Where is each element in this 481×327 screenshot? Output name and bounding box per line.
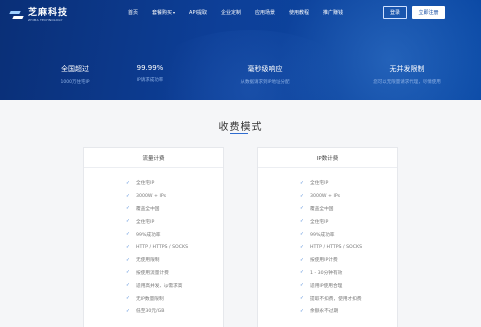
- stat-value: 无并发限制: [389, 65, 425, 73]
- title-underline: [230, 133, 248, 134]
- logo-subtitle: ZHIMA TECHNOLOGY: [28, 17, 63, 22]
- stat-value: 99.99%: [136, 64, 164, 72]
- list-item: ✓ 按使用流量计费: [126, 270, 169, 276]
- list-item: ✓ 全住宅IP: [126, 180, 155, 187]
- check-icon: ✓: [126, 296, 130, 302]
- list-item: ✓ 全住宅IP: [126, 219, 155, 225]
- list-item: ✓ 适用IP使用合理: [300, 283, 343, 289]
- list-item: ✓ 适用高并发、ip需求高: [126, 283, 183, 289]
- check-icon: ✓: [126, 180, 130, 186]
- stat-concurrency: 无并发限制 您可以无限量请求代理，尽情使用: [357, 64, 457, 85]
- card-title: IP数计费: [258, 148, 397, 168]
- check-icon: ✓: [126, 219, 130, 225]
- list-item: ✓ 余额永不过期: [300, 308, 339, 315]
- check-icon: ✓: [126, 193, 130, 199]
- check-icon: ✓: [300, 296, 304, 302]
- stat-caption: IP请求成功率: [136, 78, 164, 83]
- stat-response: 毫秒级响应 从数据请求到IP地址分配: [225, 64, 305, 85]
- check-icon: ✓: [300, 193, 304, 199]
- list-item: ✓ 全住宅IP: [300, 180, 329, 187]
- check-icon: ✓: [126, 244, 130, 250]
- site-logo[interactable]: 芝麻科技 ZHIMA TECHNOLOGY: [10, 6, 68, 24]
- feature-list: ✓ 全住宅IP ✓ 3000W + IPs ✓ 覆盖全中国 ✓ 全住宅IP ✓ 99%成功…: [84, 168, 223, 318]
- logo-mark-icon: [10, 9, 24, 21]
- card-title: 流量计费: [84, 148, 223, 168]
- nav-item-scenarios[interactable]: 应用场景: [255, 9, 275, 16]
- stat-coverage: 全国超过 1000万住宅IP: [40, 64, 110, 85]
- logo-title: 芝麻科技: [28, 7, 69, 18]
- list-item: ✓ 覆盖全中国: [300, 206, 334, 212]
- list-item: ✓ HTTP / HTTPS / SOCKS: [300, 244, 363, 250]
- main-nav: 首页 套餐购买▾ API提取 企业定制 应用场景 使用教程 推广赚钱: [128, 9, 343, 16]
- pricing-card-ip-count: IP数计费 ✓ 全住宅IP ✓ 3000W + IPs ✓ 覆盖全中国 ✓ 全住宅IP …: [257, 147, 398, 327]
- check-icon: ✓: [300, 180, 304, 186]
- section-title: 收费模式: [218, 122, 263, 133]
- stat-value: 全国超过: [61, 65, 89, 73]
- nav-item-home[interactable]: 首页: [128, 9, 138, 16]
- check-icon: ✓: [126, 257, 130, 263]
- stat-caption: 从数据请求到IP地址分配: [240, 80, 290, 85]
- stat-caption: 您可以无限量请求代理，尽情使用: [373, 80, 441, 85]
- check-icon: ✓: [126, 308, 130, 314]
- list-item: ✓ 全住宅IP: [300, 219, 329, 225]
- pricing-card-traffic: 流量计费 ✓ 全住宅IP ✓ 3000W + IPs ✓ 覆盖全中国 ✓ 全住宅IP ✓…: [83, 147, 224, 327]
- stat-value: 毫秒级响应: [247, 65, 283, 73]
- check-icon: ✓: [300, 219, 304, 225]
- chevron-down-icon: ▾: [173, 10, 176, 15]
- list-item: ✓ 提取不扣费，使用才扣费: [300, 296, 362, 302]
- list-item: ✓ 99%成功率: [300, 232, 335, 238]
- list-item: ✓ 覆盖全中国: [126, 206, 160, 212]
- list-item: ✓ 3000W + IPs: [126, 193, 167, 199]
- list-item: ✓ HTTP / HTTPS / SOCKS: [126, 244, 189, 250]
- register-button[interactable]: 立即注册: [412, 6, 445, 19]
- check-icon: ✓: [126, 283, 130, 289]
- nav-item-tutorial[interactable]: 使用教程: [289, 9, 309, 16]
- list-item: ✓ 1 - 30分钟有效: [300, 270, 343, 276]
- check-icon: ✓: [300, 257, 304, 263]
- nav-item-api[interactable]: API提取: [189, 9, 207, 16]
- check-icon: ✓: [300, 270, 304, 276]
- check-icon: ✓: [300, 283, 304, 289]
- nav-item-affiliate[interactable]: 推广赚钱: [323, 9, 343, 16]
- list-item: ✓ 无IP数量限制: [126, 296, 164, 302]
- check-icon: ✓: [126, 270, 130, 276]
- login-button[interactable]: 登录: [383, 6, 407, 19]
- list-item: ✓ 按使用IP计费: [300, 257, 338, 264]
- check-icon: ✓: [126, 206, 130, 212]
- list-item: ✓ 无使用限制: [126, 257, 160, 264]
- stat-success-rate: 99.99% IP请求成功率: [115, 64, 185, 83]
- list-item: ✓ 99%成功率: [126, 232, 161, 238]
- check-icon: ✓: [300, 308, 304, 314]
- check-icon: ✓: [126, 232, 130, 238]
- stat-caption: 1000万住宅IP: [60, 80, 90, 85]
- list-item: ✓ 3000W + IPs: [300, 193, 341, 199]
- check-icon: ✓: [300, 244, 304, 250]
- nav-item-packages[interactable]: 套餐购买▾: [152, 9, 175, 16]
- list-item: ✓ 低至30元/GB: [126, 308, 165, 315]
- nav-item-enterprise[interactable]: 企业定制: [221, 9, 241, 16]
- check-icon: ✓: [300, 232, 304, 238]
- feature-list: ✓ 全住宅IP ✓ 3000W + IPs ✓ 覆盖全中国 ✓ 全住宅IP ✓ 99%成功…: [258, 168, 397, 318]
- check-icon: ✓: [300, 206, 304, 212]
